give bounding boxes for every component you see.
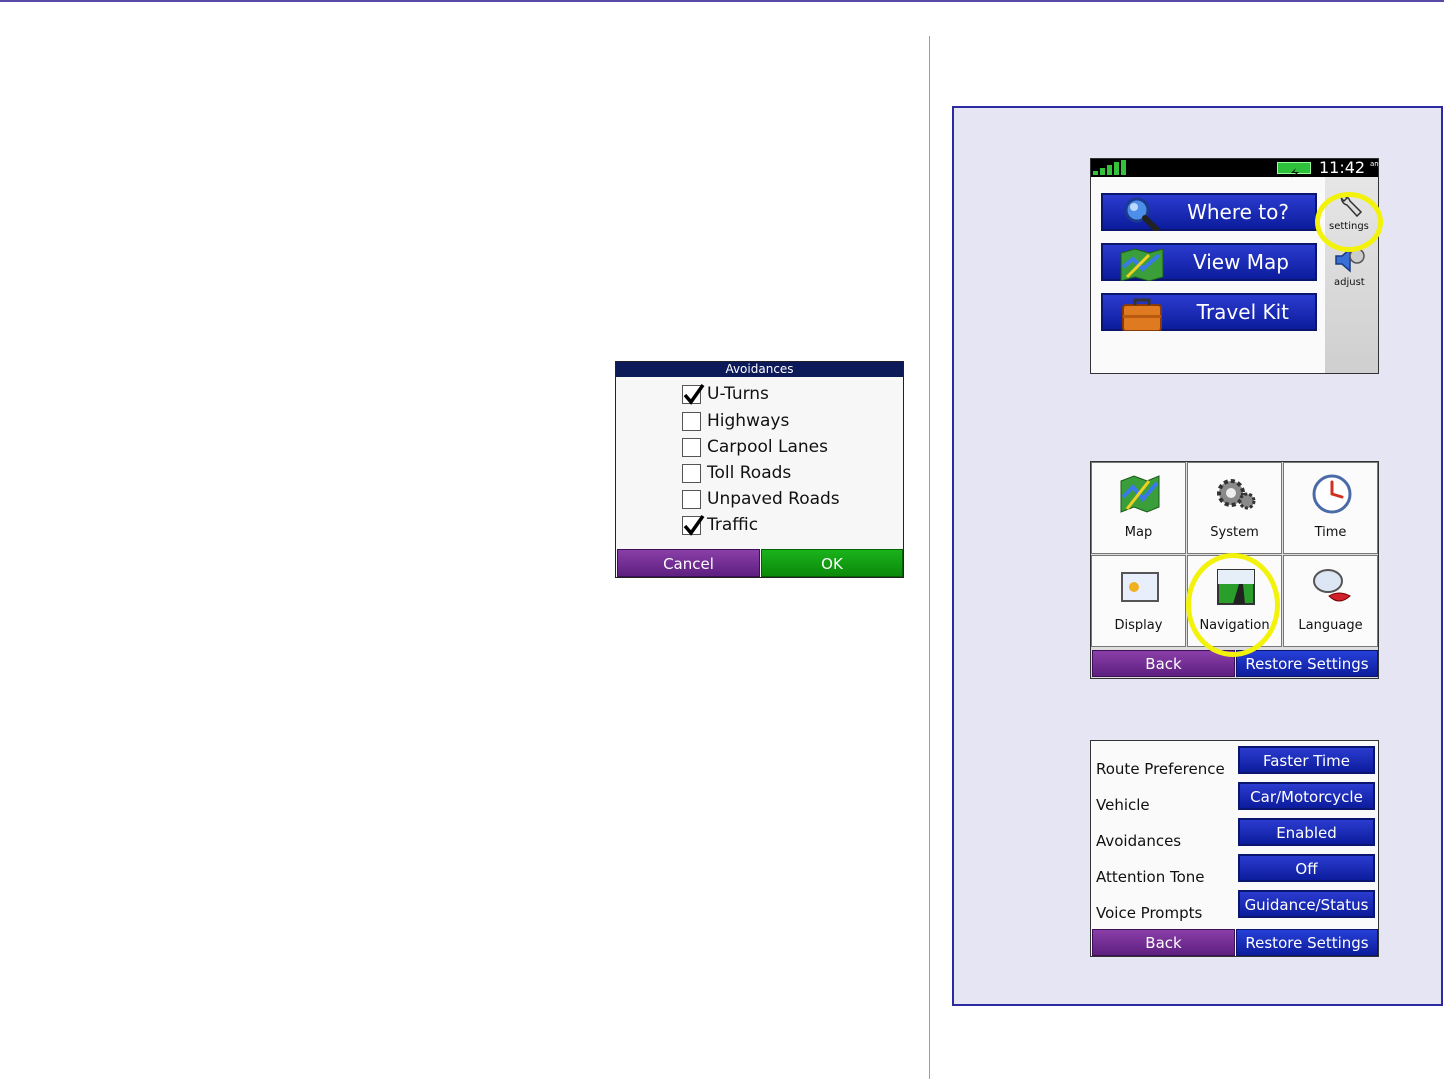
settings-item-map[interactable]: Map xyxy=(1091,462,1186,554)
avoid-item-highways[interactable]: Highways xyxy=(682,409,789,433)
highlight-ring-settings xyxy=(1315,192,1383,252)
checkmark-icon xyxy=(683,383,705,405)
avoid-item-label: Highways xyxy=(707,411,790,431)
settings-item-display[interactable]: Display xyxy=(1091,555,1186,647)
setting-label: Voice Prompts xyxy=(1096,904,1203,922)
checkbox-unchecked[interactable] xyxy=(682,411,701,431)
adjust-label[interactable]: adjust xyxy=(1334,277,1365,288)
cancel-button[interactable]: Cancel xyxy=(617,549,760,577)
magnifier-icon xyxy=(1124,197,1160,231)
speech-bubble-icon xyxy=(1313,569,1351,602)
avoid-item-label: Carpool Lanes xyxy=(707,437,828,457)
view-map-button[interactable]: View Map xyxy=(1101,243,1317,281)
map-icon xyxy=(1120,248,1164,281)
attention-tone-button[interactable]: Off xyxy=(1238,854,1375,882)
highlight-ring-navigation xyxy=(1186,553,1280,657)
clock: 11:42 xyxy=(1319,158,1366,177)
restore-settings-button[interactable]: Restore Settings xyxy=(1236,650,1378,677)
clock-icon xyxy=(1312,474,1352,514)
steps-panel: 11:42 am Where to? View Map xyxy=(952,106,1443,1006)
avoidances-button[interactable]: Enabled xyxy=(1238,818,1375,846)
setting-label: Attention Tone xyxy=(1096,868,1205,886)
dialog-title: Avoidances xyxy=(616,362,903,377)
settings-item-label: System xyxy=(1210,525,1259,540)
where-to-button[interactable]: Where to? xyxy=(1101,193,1317,231)
status-bar: 11:42 am xyxy=(1091,158,1378,178)
back-button[interactable]: Back xyxy=(1092,929,1235,956)
settings-item-label: Map xyxy=(1124,525,1153,540)
avoid-item-label: Toll Roads xyxy=(707,463,792,483)
avoid-item-label: Unpaved Roads xyxy=(707,489,840,509)
main-menu-screen: 11:42 am Where to? View Map xyxy=(1090,158,1379,374)
checkbox-unchecked[interactable] xyxy=(682,437,701,457)
checkbox-checked[interactable] xyxy=(682,383,705,405)
avoid-item-toll-roads[interactable]: Toll Roads xyxy=(682,461,791,485)
button-label: View Map xyxy=(1192,250,1289,274)
setting-label: Avoidances xyxy=(1096,832,1182,850)
signal-bar xyxy=(1121,160,1126,175)
settings-item-label: Time xyxy=(1314,525,1347,540)
navigation-settings-screen: Route Preference Faster Time Vehicle Car… xyxy=(1090,740,1379,957)
avoid-item-carpool-lanes[interactable]: Carpool Lanes xyxy=(682,435,828,459)
setting-label: Route Preference xyxy=(1096,760,1225,778)
checkmark-icon xyxy=(683,514,705,536)
column-divider xyxy=(929,36,930,1079)
button-label: Travel Kit xyxy=(1196,300,1289,324)
avoidances-dialog: Avoidances U-Turns Highways Carpool Lane… xyxy=(615,361,904,578)
signal-bar xyxy=(1107,165,1112,175)
signal-bar xyxy=(1100,168,1105,175)
avoid-item-u-turns[interactable]: U-Turns xyxy=(682,382,769,406)
battery-icon xyxy=(1277,162,1311,178)
top-rule xyxy=(0,0,1444,2)
avoid-item-traffic[interactable]: Traffic xyxy=(682,513,758,537)
route-preference-button[interactable]: Faster Time xyxy=(1238,746,1375,774)
signal-bar xyxy=(1093,171,1098,175)
restore-settings-button[interactable]: Restore Settings xyxy=(1236,929,1378,956)
vehicle-button[interactable]: Car/Motorcycle xyxy=(1238,782,1375,810)
suitcase-icon xyxy=(1122,298,1162,331)
map-icon xyxy=(1120,475,1160,513)
checkbox-checked[interactable] xyxy=(682,514,705,536)
checkbox-unchecked[interactable] xyxy=(682,463,701,483)
settings-item-language[interactable]: Language xyxy=(1283,555,1378,647)
avoid-item-unpaved-roads[interactable]: Unpaved Roads xyxy=(682,487,840,511)
gears-icon xyxy=(1217,479,1256,510)
settings-item-system[interactable]: System xyxy=(1187,462,1282,554)
avoid-item-label: U-Turns xyxy=(707,384,769,404)
voice-prompts-button[interactable]: Guidance/Status xyxy=(1238,890,1375,918)
ok-button[interactable]: OK xyxy=(761,549,903,577)
avoid-item-label: Traffic xyxy=(707,515,759,535)
checkbox-unchecked[interactable] xyxy=(682,489,701,509)
signal-bar xyxy=(1114,162,1119,175)
back-button[interactable]: Back xyxy=(1092,650,1235,677)
clock-suffix: am xyxy=(1370,160,1378,168)
travel-kit-button[interactable]: Travel Kit xyxy=(1101,293,1317,331)
display-icon xyxy=(1121,572,1159,602)
button-label: Where to? xyxy=(1187,200,1289,224)
setting-label: Vehicle xyxy=(1096,796,1150,814)
settings-item-label: Display xyxy=(1114,618,1163,633)
settings-item-label: Language xyxy=(1298,618,1363,633)
settings-item-time[interactable]: Time xyxy=(1283,462,1378,554)
